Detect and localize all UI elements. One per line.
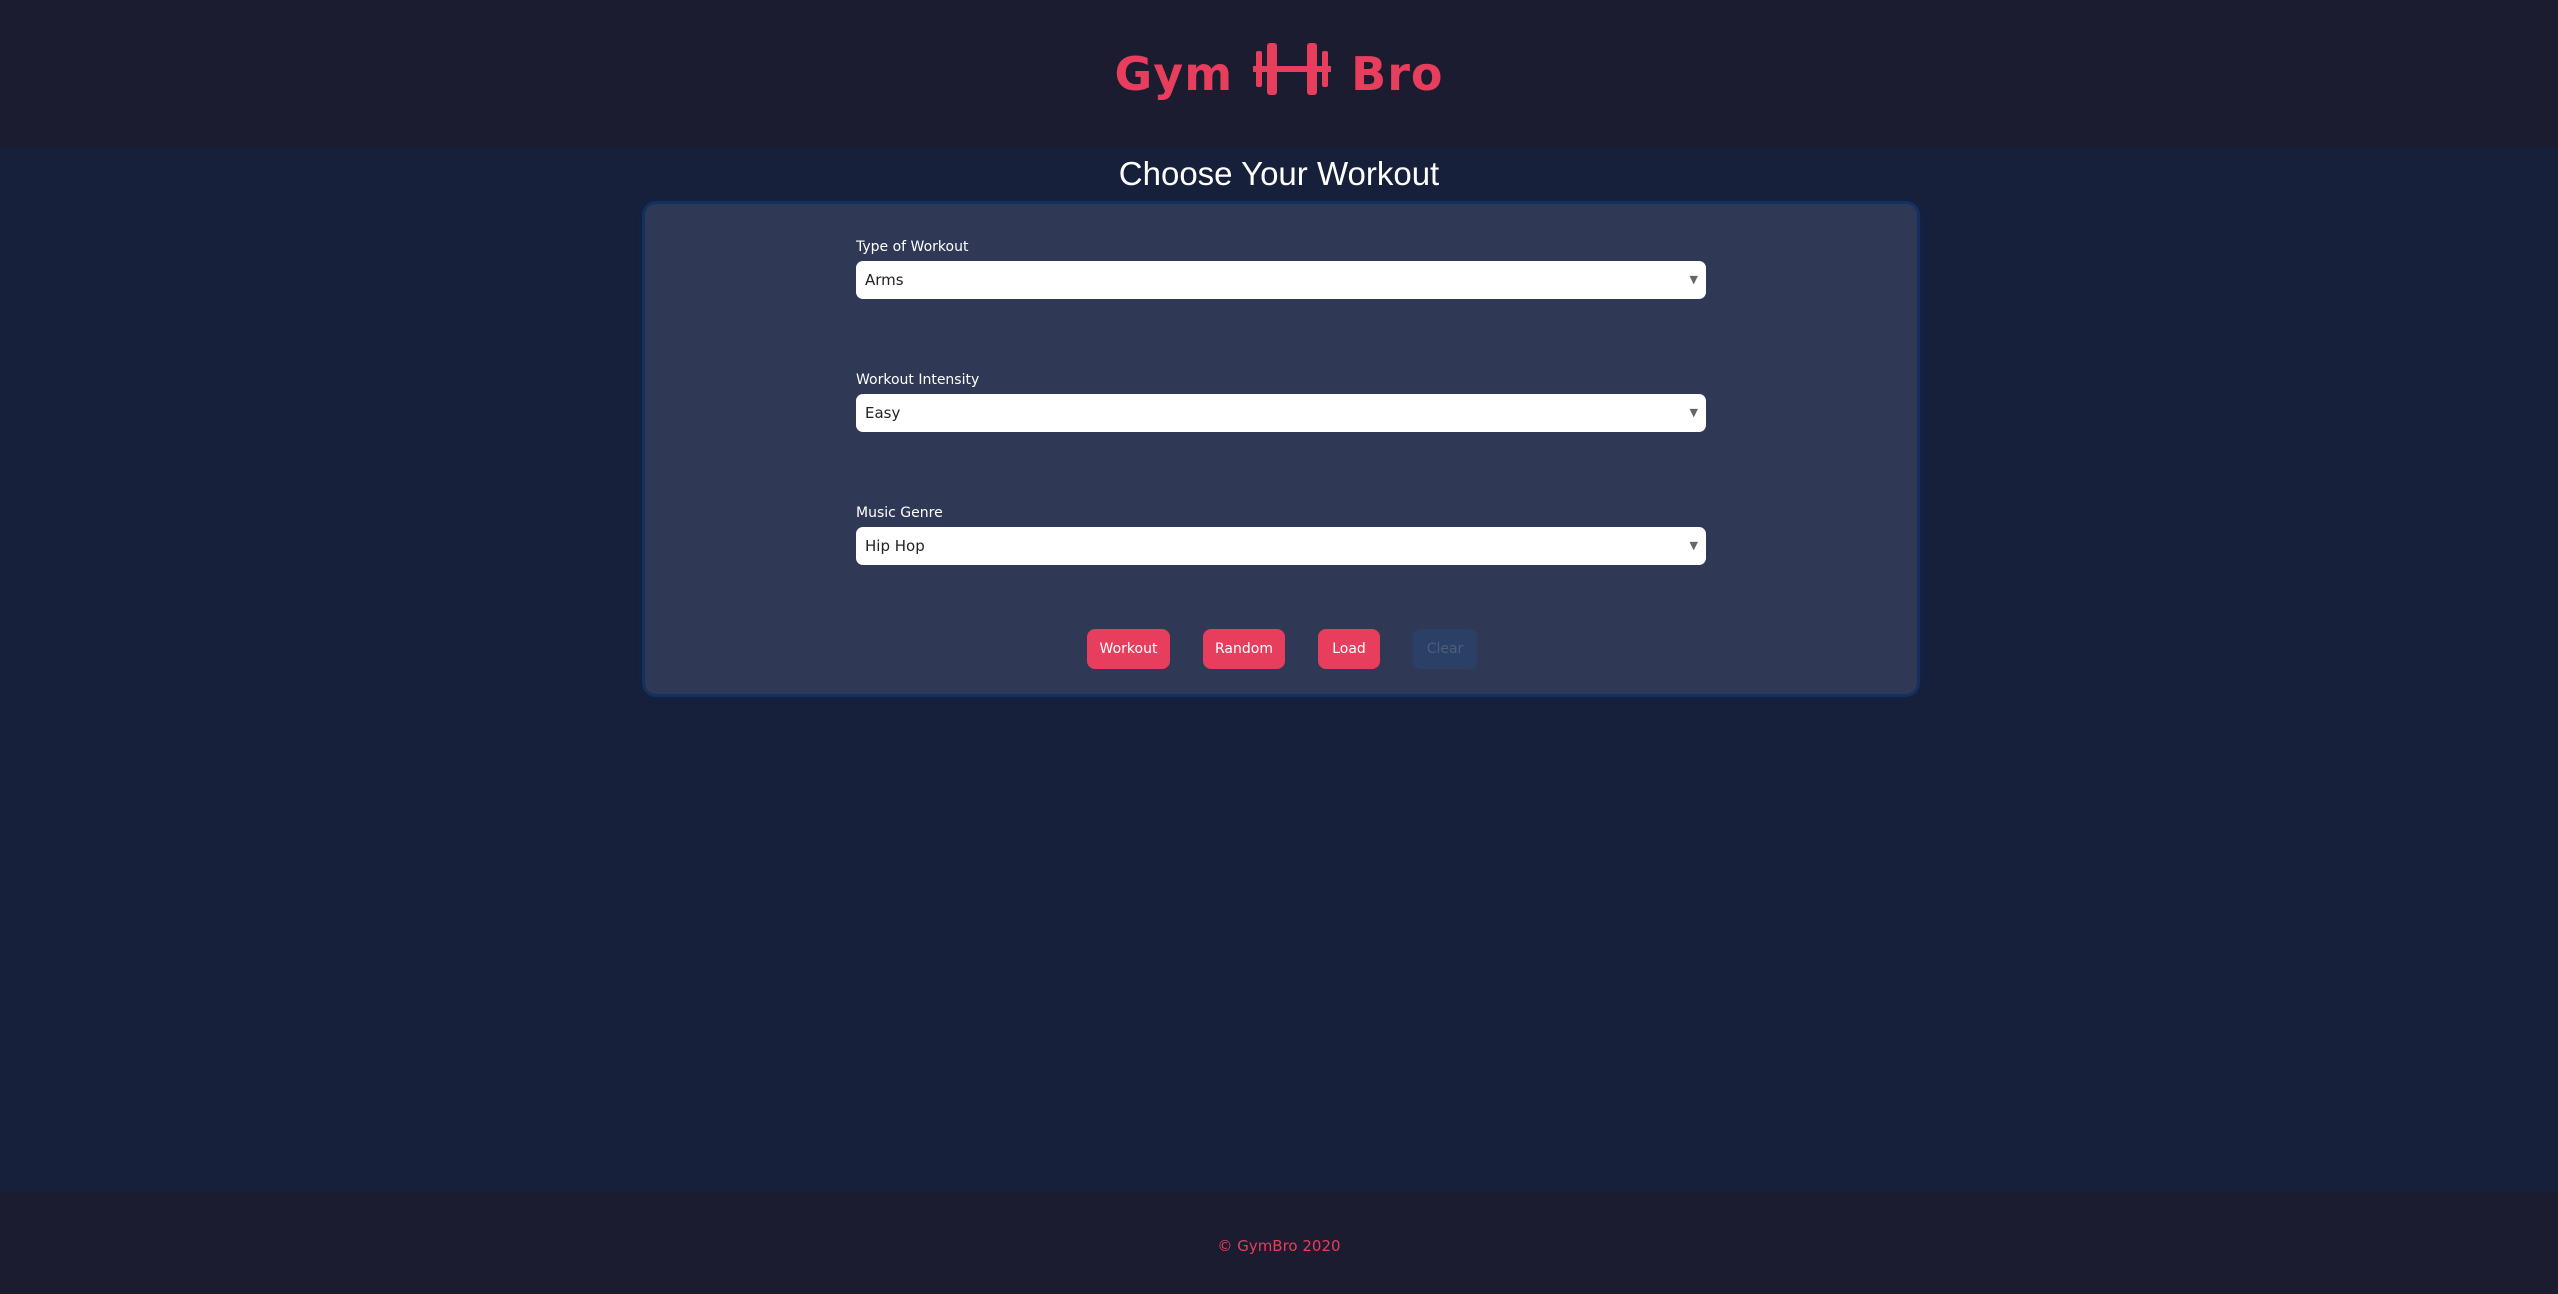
workout-type-label: Type of Workout bbox=[856, 239, 969, 255]
workout-type-field: Type of Workout Arms ▼ bbox=[856, 239, 1706, 299]
workout-type-select[interactable]: Arms ▼ bbox=[856, 261, 1706, 299]
music-genre-field: Music Genre Hip Hop ▼ bbox=[856, 505, 1706, 565]
action-buttons: Workout Random Load Clear bbox=[645, 629, 1917, 669]
main-content: Choose Your Workout Type of Workout Arms… bbox=[0, 148, 2558, 1192]
logo-text-bro: Bro bbox=[1351, 47, 1444, 101]
clear-button[interactable]: Clear bbox=[1413, 629, 1477, 669]
intensity-value: Easy bbox=[865, 404, 901, 422]
caret-down-icon: ▼ bbox=[1689, 539, 1698, 552]
intensity-label: Workout Intensity bbox=[856, 372, 980, 388]
site-header: Gym Bro bbox=[0, 0, 2558, 148]
site-footer: © GymBro 2020 bbox=[0, 1192, 2558, 1294]
music-genre-select[interactable]: Hip Hop ▼ bbox=[856, 527, 1706, 565]
intensity-select[interactable]: Easy ▼ bbox=[856, 394, 1706, 432]
logo-text-gym: Gym bbox=[1114, 47, 1234, 101]
dumbbell-icon bbox=[1253, 41, 1332, 108]
page-title: Choose Your Workout bbox=[1118, 155, 1440, 192]
logo[interactable]: Gym Bro bbox=[1114, 41, 1443, 108]
workout-button[interactable]: Workout bbox=[1087, 629, 1170, 669]
caret-down-icon: ▼ bbox=[1689, 273, 1698, 286]
workout-type-value: Arms bbox=[865, 271, 904, 289]
workout-form-panel: Type of Workout Arms ▼ Workout Intensity… bbox=[642, 201, 1920, 697]
load-button[interactable]: Load bbox=[1318, 629, 1380, 669]
music-genre-value: Hip Hop bbox=[865, 537, 925, 555]
copyright-text: © GymBro 2020 bbox=[1217, 1237, 1341, 1255]
music-genre-label: Music Genre bbox=[856, 505, 943, 521]
intensity-field: Workout Intensity Easy ▼ bbox=[856, 372, 1706, 432]
random-button[interactable]: Random bbox=[1203, 629, 1285, 669]
caret-down-icon: ▼ bbox=[1689, 406, 1698, 419]
